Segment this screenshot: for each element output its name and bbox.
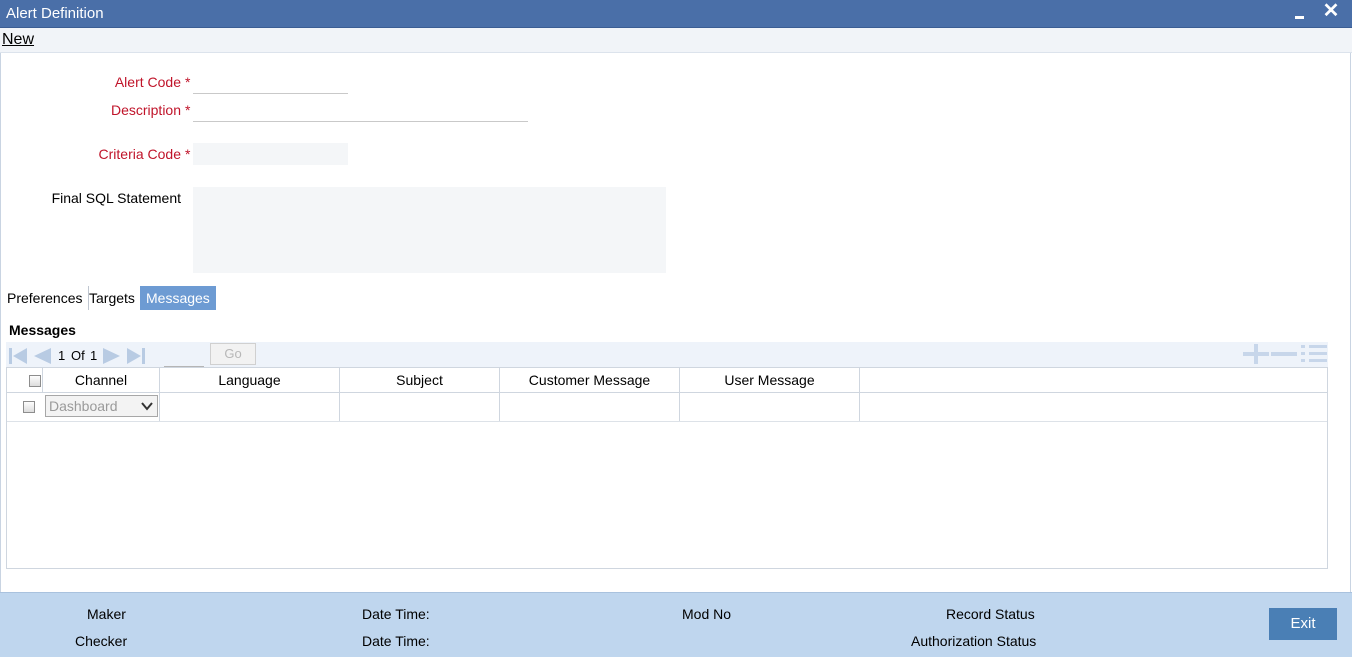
new-link[interactable]: New: [2, 31, 34, 49]
required-mark: *: [185, 102, 191, 118]
add-row-icon[interactable]: [1243, 344, 1269, 364]
user-message-cell[interactable]: [680, 392, 860, 421]
final-sql-label: Final SQL Statement: [51, 190, 181, 206]
next-page-icon[interactable]: [102, 347, 122, 365]
column-header-language[interactable]: Language: [160, 368, 340, 392]
pagination-bar: 1 Of 1: [6, 342, 1328, 368]
tab-targets[interactable]: Targets: [83, 286, 142, 310]
page-current: 1: [58, 348, 66, 363]
required-mark: *: [185, 146, 191, 162]
final-sql-textarea[interactable]: [193, 187, 666, 273]
select-all-checkbox[interactable]: [29, 375, 41, 387]
maker-label: Maker: [87, 606, 126, 622]
customer-message-cell[interactable]: [500, 392, 680, 421]
grid-header: Channel Language Subject Customer Messag…: [7, 368, 1327, 393]
delete-row-icon[interactable]: [1271, 344, 1297, 364]
description-label: Description: [110, 102, 181, 118]
language-cell[interactable]: [160, 392, 340, 421]
checker-label: Checker: [75, 633, 128, 649]
column-header-user-message[interactable]: User Message: [680, 368, 860, 392]
mod-no-label: Mod No: [682, 606, 732, 622]
tab-preferences[interactable]: Preferences: [1, 286, 90, 310]
title-bar: Alert Definition ✕: [0, 0, 1352, 28]
authorization-status-label: Authorization Status: [911, 633, 1037, 649]
last-page-icon[interactable]: [126, 347, 146, 365]
column-header-channel[interactable]: Channel: [43, 368, 160, 392]
column-header-customer-message[interactable]: Customer Message: [500, 368, 680, 392]
maker-date-time-label: Date Time:: [362, 606, 430, 622]
channel-cell: [7, 392, 160, 421]
minimize-icon[interactable]: [1293, 4, 1307, 22]
alert-code-label: Alert Code: [114, 74, 181, 90]
checker-date-time-label: Date Time:: [362, 633, 430, 649]
record-status-label: Record Status: [946, 606, 1035, 622]
tab-messages[interactable]: Messages: [140, 286, 216, 310]
audit-footer: Maker Checker Date Time: Date Time: Mod …: [0, 592, 1352, 657]
prev-page-icon[interactable]: [32, 347, 52, 365]
select-all-cell: [7, 368, 43, 392]
required-mark: *: [185, 74, 191, 90]
first-page-icon[interactable]: [8, 347, 28, 365]
menu-bar: New: [0, 28, 1352, 53]
single-view-icon[interactable]: [1301, 344, 1327, 364]
grid-actions: [1243, 344, 1327, 364]
page-of-label: Of: [71, 348, 85, 363]
messages-grid: Channel Language Subject Customer Messag…: [6, 367, 1328, 569]
alert-code-input[interactable]: [193, 73, 348, 94]
page-number-input[interactable]: [164, 352, 204, 367]
table-row: Dashboard: [7, 392, 1327, 422]
close-icon[interactable]: ✕: [1322, 0, 1340, 22]
page-total: 1: [90, 348, 98, 363]
subject-cell[interactable]: [340, 392, 500, 421]
criteria-code-label: Criteria Code: [98, 146, 181, 162]
go-button[interactable]: Go: [210, 343, 256, 365]
criteria-code-input[interactable]: [193, 143, 348, 165]
column-header-subject[interactable]: Subject: [340, 368, 500, 392]
description-input[interactable]: [193, 101, 528, 122]
section-title: Messages: [9, 322, 76, 338]
window-title: Alert Definition: [6, 5, 104, 22]
exit-button[interactable]: Exit: [1269, 608, 1337, 640]
